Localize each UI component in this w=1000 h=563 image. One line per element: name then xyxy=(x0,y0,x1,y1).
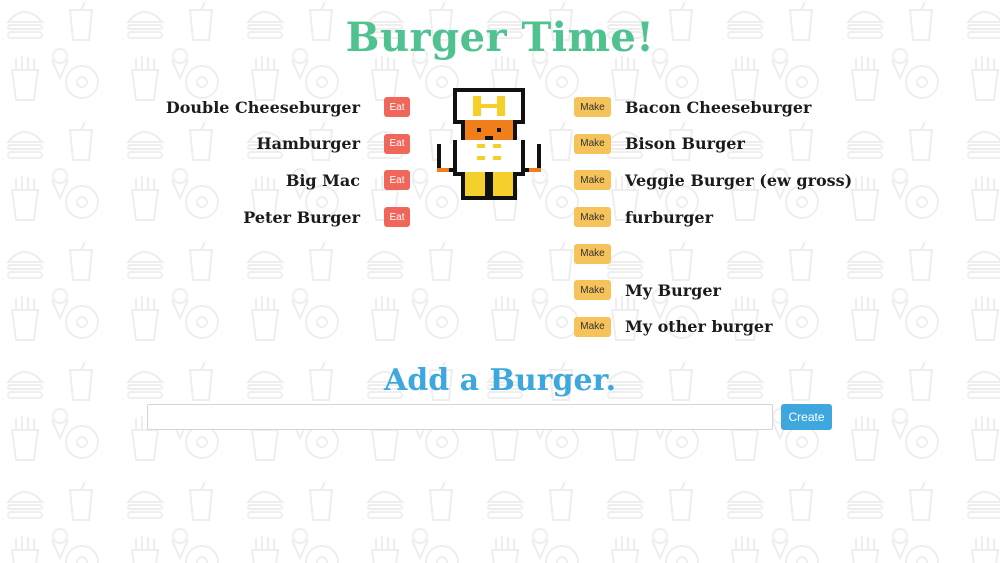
eat-button[interactable]: Eat xyxy=(384,133,410,154)
burger-name: Double Cheeseburger xyxy=(165,97,360,117)
burger-name: Bacon Cheeseburger xyxy=(625,97,812,117)
burger-name: Big Mac xyxy=(285,170,360,190)
burger-name-input[interactable] xyxy=(147,404,773,430)
list-item: Big Mac Eat xyxy=(120,162,410,199)
burger-name: Hamburger xyxy=(256,134,360,154)
list-item: Make xyxy=(574,235,874,272)
list-item: Make Veggie Burger (ew gross) xyxy=(574,162,874,199)
make-button[interactable]: Make xyxy=(574,133,611,154)
burger-name: furburger xyxy=(625,207,713,227)
make-button[interactable]: Make xyxy=(574,207,611,228)
eat-button[interactable]: Eat xyxy=(384,170,410,191)
burger-name: Veggie Burger (ew gross) xyxy=(625,170,853,190)
burger-name: Peter Burger xyxy=(243,207,360,227)
chef-mascot-icon xyxy=(437,88,541,200)
make-button[interactable]: Make xyxy=(574,170,611,191)
make-button[interactable]: Make xyxy=(574,97,611,118)
list-item: Make Bison Burger xyxy=(574,126,874,163)
list-item: Make My Burger xyxy=(574,272,874,309)
make-button[interactable]: Make xyxy=(574,316,611,337)
create-button[interactable]: Create xyxy=(781,404,832,430)
make-button[interactable]: Make xyxy=(574,280,611,301)
burger-name: My Burger xyxy=(625,280,721,300)
eat-button[interactable]: Eat xyxy=(384,97,410,118)
list-item: Make Bacon Cheeseburger xyxy=(574,89,874,126)
page-title: Burger Time! xyxy=(345,14,655,61)
burger-name: Bison Burger xyxy=(625,134,745,154)
list-item: Double Cheeseburger Eat xyxy=(120,89,410,126)
burger-name: My other burger xyxy=(625,317,773,337)
eaten-burger-list: Double Cheeseburger Eat Hamburger Eat Bi… xyxy=(120,89,410,235)
list-item: Peter Burger Eat xyxy=(120,199,410,236)
add-burger-title: Add a Burger. xyxy=(383,363,617,398)
eat-button[interactable]: Eat xyxy=(384,207,410,228)
list-item: Hamburger Eat xyxy=(120,126,410,163)
list-item: Make My other burger xyxy=(574,309,874,346)
make-burger-list: Make Bacon Cheeseburger Make Bison Burge… xyxy=(574,89,874,345)
make-button[interactable]: Make xyxy=(574,243,611,264)
app-page: Burger Time! Double Cheeseburger Eat Ham… xyxy=(0,0,1000,563)
list-item: Make furburger xyxy=(574,199,874,236)
